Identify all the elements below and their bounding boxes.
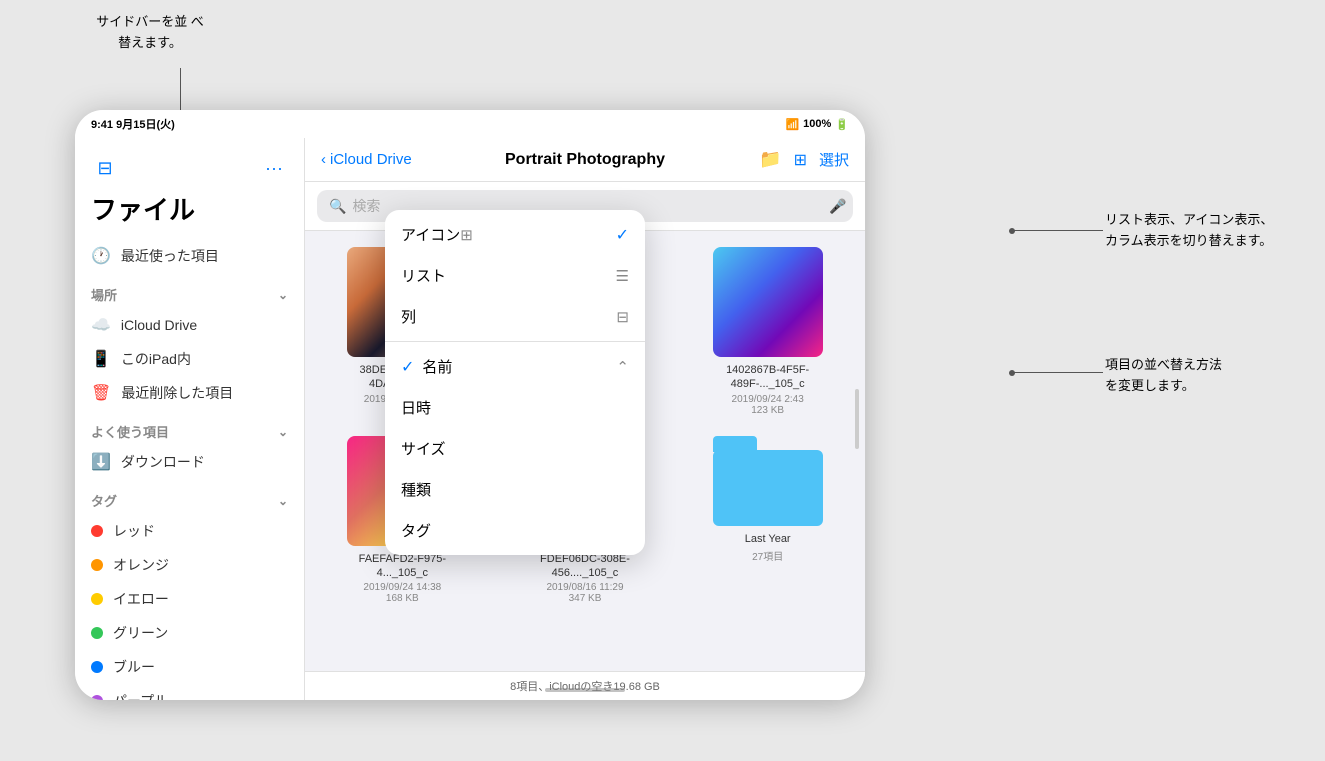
file-name: FDEF06DC-308E-456...._105_c [525, 552, 645, 581]
folder-item[interactable]: Last Year 27項目 [686, 436, 849, 605]
sidebar-section-locations: 場所 ⌄ [75, 273, 304, 308]
sidebar-title: ファイル [75, 190, 304, 239]
folder-body [713, 450, 823, 526]
checkmark-icon: ✓ [401, 357, 414, 377]
sidebar-tag-red[interactable]: レッド [75, 514, 304, 548]
dropdown-item-label: 名前 [422, 356, 452, 377]
battery-label: 100% [803, 118, 831, 130]
file-meta: 2019/09/24 14:38168 KB [363, 582, 441, 604]
sidebar-item-icloud[interactable]: ☁️ iCloud Drive [75, 308, 304, 342]
top-callout: サイドバーを並 べ替えます。 [90, 12, 210, 54]
sidebar-tag-green[interactable]: グリーン [75, 616, 304, 650]
locations-chevron[interactable]: ⌄ [278, 288, 288, 302]
nav-bar: ‹ iCloud Drive Portrait Photography 📁 ⊞ … [305, 138, 865, 182]
tags-chevron[interactable]: ⌄ [278, 494, 288, 508]
dropdown-item-label: タグ [401, 520, 431, 541]
right-callout-1-dot [1009, 228, 1015, 234]
wifi-icon: 📶 [785, 118, 799, 131]
dropdown-item-column-view[interactable]: 列 ⊟ [385, 296, 645, 337]
tag-dot-orange [91, 559, 103, 571]
sidebar-section-tags: タグ ⌄ [75, 479, 304, 514]
tag-dot-yellow [91, 593, 103, 605]
tag-dot-red [91, 525, 103, 537]
back-chevron-icon: ‹ [321, 151, 326, 168]
dropdown-view-section: アイコン ⊞ ✓ リスト ☰ 列 ⊟ [385, 210, 645, 342]
sidebar-tag-yellow[interactable]: イエロー [75, 582, 304, 616]
sidebar-more-button[interactable]: ··· [260, 154, 288, 182]
sidebar-item-downloads[interactable]: ⬇️ ダウンロード [75, 445, 304, 479]
dropdown-menu[interactable]: アイコン ⊞ ✓ リスト ☰ 列 ⊟ ✓ [385, 210, 645, 555]
file-meta: 2019/09/24 2:43123 KB [732, 394, 804, 416]
checkmark-icon: ✓ [616, 225, 629, 245]
tag-dot-purple [91, 695, 103, 700]
file-item[interactable]: 1402867B-4F5F-489F-..._105_c 2019/09/24 … [686, 247, 849, 416]
dropdown-item-sort-tag[interactable]: タグ [385, 510, 645, 551]
dropdown-item-sort-date[interactable]: 日時 [385, 387, 645, 428]
folder-name: Last Year [745, 532, 791, 546]
dropdown-item-sort-size[interactable]: サイズ [385, 428, 645, 469]
dropdown-item-list-view[interactable]: リスト ☰ [385, 255, 645, 296]
recent-icon: 🕐 [91, 246, 111, 266]
sidebar-tag-purple[interactable]: パープル [75, 684, 304, 700]
nav-title: Portrait Photography [505, 151, 665, 169]
mic-button[interactable]: 🎤 [823, 191, 853, 221]
dropdown-item-icon-view[interactable]: アイコン ⊞ ✓ [385, 214, 645, 255]
sidebar-item-recent[interactable]: 🕐 最近使った項目 [75, 239, 304, 273]
new-folder-icon[interactable]: 📁 [759, 149, 781, 170]
list-view-icon: ☰ [616, 267, 629, 285]
dropdown-item-sort-name[interactable]: ✓ 名前 ⌃ [385, 346, 645, 387]
download-icon: ⬇️ [91, 452, 111, 472]
sort-chevron-icon: ⌃ [616, 358, 629, 376]
search-placeholder: 検索 [352, 196, 380, 216]
folder-thumbnail [713, 436, 823, 526]
bottom-status-bar: 8項目、iCloudの空き19.68 GB [305, 671, 865, 700]
icloud-icon: ☁️ [91, 315, 111, 335]
tag-dot-blue [91, 661, 103, 673]
sidebar-toggle-button[interactable]: ⊟ [91, 154, 119, 182]
right-callout-1: リスト表示、アイコン表示、カラム表示を切り替えます。 [1105, 210, 1305, 252]
select-button[interactable]: 選択 [819, 149, 849, 170]
right-callout-1-line [1013, 230, 1103, 231]
search-icon: 🔍 [329, 198, 346, 215]
folder-meta: 27項目 [752, 548, 783, 563]
column-view-icon: ⊟ [616, 308, 629, 326]
sidebar-tag-orange[interactable]: オレンジ [75, 548, 304, 582]
ipad-frame: 9:41 9月15日(火) 📶 100% 🔋 ⊟ ··· ファイル 🕐 最近使っ… [75, 110, 865, 700]
file-meta: 2019/08/16 11:29347 KB [546, 582, 623, 604]
status-bar: 9:41 9月15日(火) 📶 100% 🔋 [75, 110, 865, 138]
home-indicator [545, 688, 625, 692]
dropdown-item-label: 日時 [401, 397, 431, 418]
file-name: FAEFAFD2-F975-4..._105_c [342, 552, 462, 581]
status-time-date: 9:41 9月15日(火) [91, 116, 175, 132]
ipad-icon: 📱 [91, 349, 111, 369]
main-content: ‹ iCloud Drive Portrait Photography 📁 ⊞ … [305, 138, 865, 700]
right-callout-2-dot [1009, 370, 1015, 376]
sidebar-item-recently-deleted[interactable]: 🗑 最近削除した項目 [75, 376, 304, 410]
sidebar-tag-blue[interactable]: ブルー [75, 650, 304, 684]
dropdown-item-label: 列 [401, 306, 416, 327]
sidebar-item-on-ipad[interactable]: 📱 このiPad内 [75, 342, 304, 376]
dropdown-item-label: リスト [401, 265, 446, 286]
back-button[interactable]: ‹ iCloud Drive [321, 151, 412, 168]
right-callout-2: 項目の並べ替え方法を変更します。 [1105, 355, 1305, 397]
scroll-indicator [855, 389, 859, 449]
trash-icon: 🗑 [91, 383, 111, 403]
dropdown-sort-section: ✓ 名前 ⌃ 日時 サイズ 種類 タグ [385, 342, 645, 555]
favorites-chevron[interactable]: ⌄ [278, 425, 288, 439]
sidebar-section-favorites: よく使う項目 ⌄ [75, 410, 304, 445]
right-callout-2-line [1013, 372, 1103, 373]
file-name: 1402867B-4F5F-489F-..._105_c [708, 363, 828, 392]
dropdown-item-sort-kind[interactable]: 種類 [385, 469, 645, 510]
dropdown-item-label: サイズ [401, 438, 446, 459]
file-thumbnail [713, 247, 823, 357]
dropdown-item-label: 種類 [401, 479, 431, 500]
battery-icon: 🔋 [835, 118, 849, 131]
tag-dot-green [91, 627, 103, 639]
grid-view-icon[interactable]: ⊞ [794, 150, 807, 170]
sidebar: ⊟ ··· ファイル 🕐 最近使った項目 場所 ⌄ ☁️ iCloud Driv… [75, 138, 305, 700]
dropdown-item-label: アイコン [401, 224, 460, 245]
icon-view-grid-icon: ⊞ [460, 226, 473, 244]
